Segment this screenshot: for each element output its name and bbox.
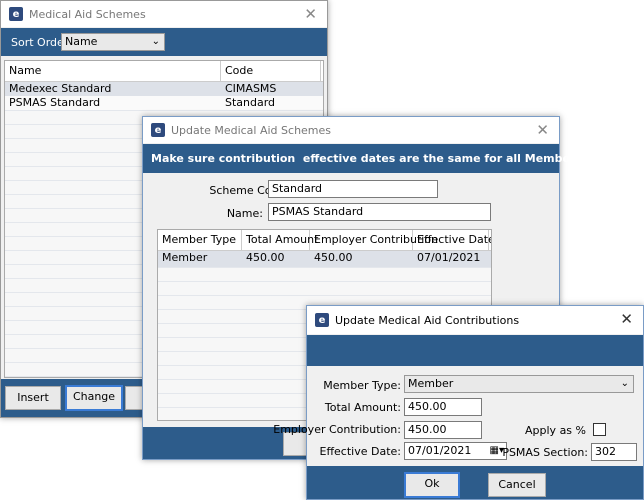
member-type-select[interactable]: Member ⌄ — [404, 375, 634, 393]
member-type-label: Member Type: — [323, 379, 401, 392]
column-header-name[interactable]: Name — [5, 61, 221, 81]
effective-date-value: 07/01/2021 — [408, 444, 472, 457]
name-field[interactable]: PSMAS Standard — [268, 203, 491, 221]
cell-name: PSMAS Standard — [9, 96, 101, 109]
column-header-code[interactable]: Code — [221, 61, 321, 81]
column-header-member-type[interactable]: Member Type — [158, 230, 242, 250]
app-icon: e — [151, 123, 165, 137]
name-label: Name: — [226, 207, 263, 220]
column-header-total-amount[interactable]: Total Amount — [242, 230, 318, 250]
update-contributions-window: e Update Medical Aid Contributions ✕ Mem… — [273, 305, 644, 500]
app-icon: e — [9, 7, 23, 21]
member-type-value: Member — [408, 377, 454, 390]
apply-as-percent-label: Apply as % — [525, 424, 586, 437]
insert-button[interactable]: Insert — [5, 386, 61, 410]
employer-contribution-label: Employer Contribution: — [273, 423, 401, 436]
table-row[interactable]: Member 450.00 450.00 07/01/2021 — [158, 251, 491, 267]
update-schemes-titlebar: e Update Medical Aid Schemes ✕ — [143, 117, 559, 143]
contributions-header-bar — [307, 335, 643, 366]
psmas-section-label: PSMAS Section: — [502, 446, 588, 459]
total-amount-field[interactable]: 450.00 — [404, 398, 482, 416]
update-contributions-title: Update Medical Aid Contributions — [335, 313, 520, 327]
table-row[interactable]: PSMAS Standard Standard — [5, 96, 323, 110]
cell-total-amount: 450.00 — [246, 251, 285, 264]
schemes-titlebar: e Medical Aid Schemes ✕ — [1, 1, 327, 27]
table-row[interactable]: Medexec Standard CIMASMS — [5, 82, 323, 96]
member-types-header: Member Type Total Amount Employer Contri… — [158, 230, 491, 251]
cancel-button[interactable]: Cancel — [488, 473, 546, 497]
ok-button[interactable]: Ok — [404, 472, 460, 498]
effective-date-field[interactable]: 07/01/2021 ▦▾ — [404, 442, 507, 460]
contributions-button-bar — [307, 466, 643, 499]
column-header-effective-date[interactable]: Effective Date — [413, 230, 491, 250]
change-button[interactable]: Change — [65, 385, 123, 411]
sort-order-label: Sort Order — [11, 36, 69, 49]
effective-date-label: Effective Date: — [319, 445, 402, 458]
app-icon: e — [315, 313, 329, 327]
close-icon[interactable]: ✕ — [620, 310, 633, 328]
sort-order-value: Name — [65, 35, 98, 48]
total-amount-label: Total Amount: — [324, 401, 401, 414]
sort-order-select[interactable]: Name ⌄ — [61, 33, 165, 51]
psmas-section-field[interactable]: 302 — [591, 443, 637, 461]
sort-bar: Sort Order Name ⌄ — [1, 28, 327, 56]
update-schemes-title: Update Medical Aid Schemes — [171, 123, 332, 137]
employer-contribution-field[interactable]: 450.00 — [404, 421, 482, 439]
apply-as-percent-checkbox[interactable] — [593, 423, 606, 436]
chevron-down-icon: ⌄ — [620, 378, 629, 389]
close-icon[interactable]: ✕ — [536, 121, 549, 139]
update-contributions-titlebar: e Update Medical Aid Contributions ✕ — [307, 306, 643, 334]
column-header-employer-contribution[interactable]: Employer Contribution — [310, 230, 438, 250]
cell-name: Medexec Standard — [9, 82, 112, 95]
cell-member-type: Member — [162, 251, 208, 264]
banner-text: Make sure contribution effective dates a… — [151, 152, 614, 165]
scheme-code-field[interactable]: Standard — [268, 180, 438, 198]
cell-effective-date: 07/01/2021 — [417, 251, 481, 264]
cell-code: Standard — [225, 96, 276, 109]
cell-code: CIMASMS — [225, 82, 277, 95]
cell-employer-contribution: 450.00 — [314, 251, 353, 264]
chevron-down-icon: ⌄ — [151, 36, 160, 47]
contribution-banner: Make sure contribution effective dates a… — [143, 144, 614, 173]
close-icon[interactable]: ✕ — [304, 5, 317, 23]
schemes-grid-header: Name Code — [5, 61, 323, 82]
schemes-title: Medical Aid Schemes — [29, 7, 146, 21]
